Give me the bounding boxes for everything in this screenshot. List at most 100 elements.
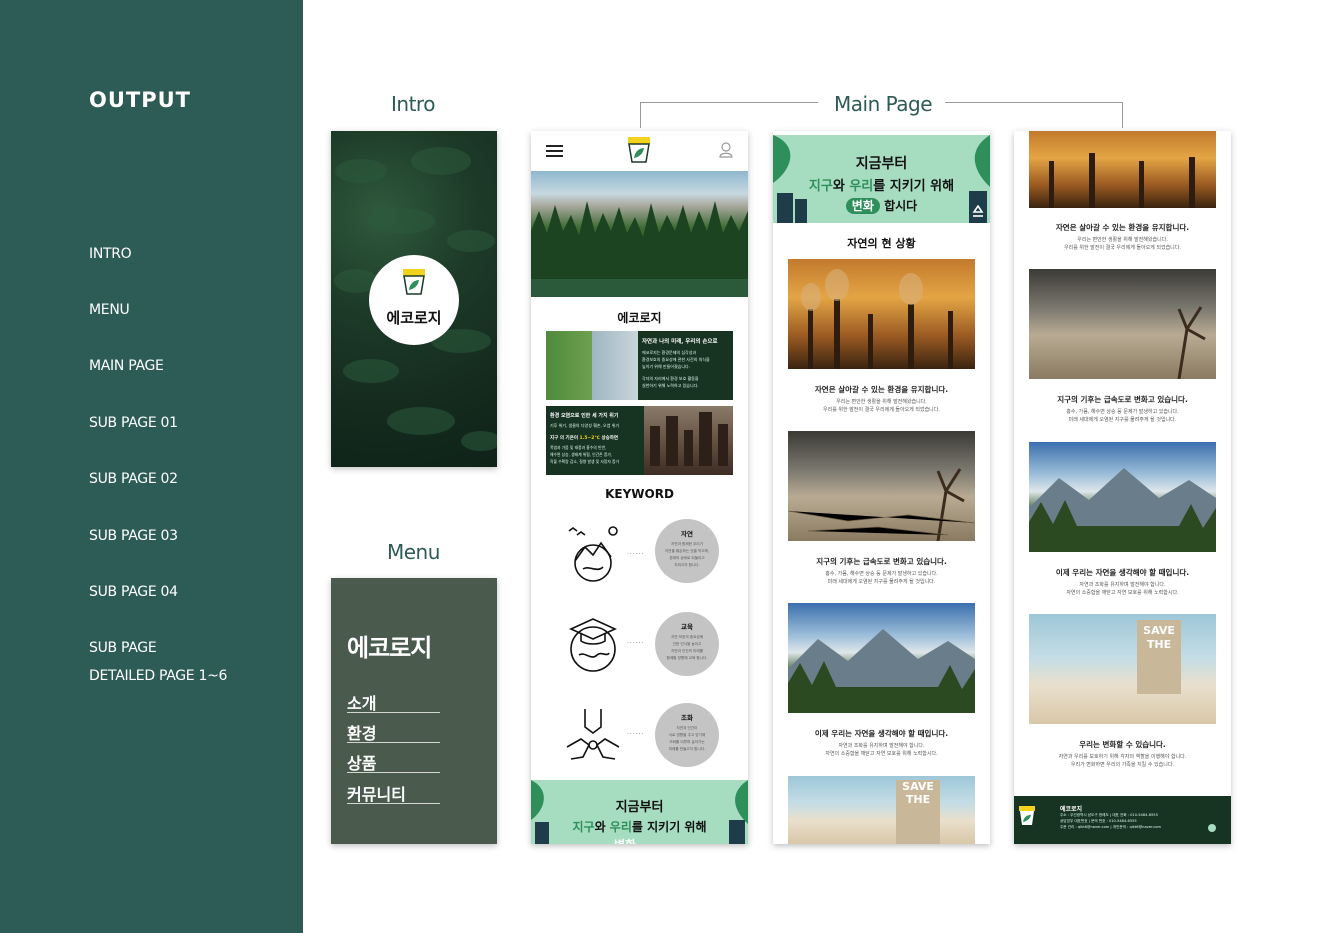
keyword-title-text: 자연 xyxy=(681,530,693,538)
connector-dots: ...... xyxy=(627,638,645,645)
keyword-circle-nature[interactable]: 자연 자연과 함께한 우리가 자연을 훼손하는 것을 막으며, 본래의 상태로 되돌… xyxy=(655,519,719,583)
sidebar: OUTPUT INTRO MENU MAIN PAGE SUB PAGE 01 … xyxy=(0,0,303,933)
caption-text: 우리는 편안한 생활을 위해 발전해왔습니다. 우리를 위한 발전이 결국 우리에… xyxy=(823,399,940,413)
harmony-hands-icon xyxy=(563,705,623,765)
footer-info: 주소 : 우선광역시 남도구 한레도 | 대표 전화 : 010-5484-65… xyxy=(1060,813,1161,829)
menu-label: Menu xyxy=(387,540,440,564)
menu-item-about[interactable]: 소개 xyxy=(347,690,376,714)
mountain-lake-image xyxy=(1029,442,1216,552)
section-title: 에코로지 xyxy=(617,311,662,325)
intro-card[interactable]: 자연과 나의 미래, 우리의 손으로 에코로지는 환경문제의 심각성과 환경보호의… xyxy=(546,331,733,400)
leaf-cup-icon xyxy=(402,269,426,295)
card-text: 기후 위기, 생물의 다양성 훼손, 오염 위기 xyxy=(550,423,620,428)
banner-line3: 변화 합시다 xyxy=(773,197,990,214)
connector-dots: ...... xyxy=(627,549,645,556)
intro-logo-circle[interactable]: 에코로지 xyxy=(369,255,459,345)
pollution-image xyxy=(1029,131,1216,208)
menu-item-environment[interactable]: 환경 xyxy=(347,720,376,744)
card-text: 폭염과 가뭄 및 태풍과 홍수의 빈번, 해수면 상승, 생태계 위협, 인간존 … xyxy=(550,445,620,464)
bracket-line xyxy=(945,102,1123,103)
user-icon[interactable] xyxy=(719,142,733,158)
save-sign: SAVE THE xyxy=(896,780,940,844)
keyword-title-text: 교육 xyxy=(681,623,693,631)
sidebar-title: OUTPUT xyxy=(89,88,191,112)
intro-label: Intro xyxy=(391,92,435,116)
keyword-text: 자연과 인간이 서로 영향을 주고 받기에 조화를 이루며 살아가는 미래를 만들고자… xyxy=(668,726,706,751)
top-banner[interactable]: 지금부터 지구와 우리를 지키기 위해 변화 합시다 xyxy=(773,135,990,223)
mountain-lake-image xyxy=(788,603,975,713)
card-text: 에코로지는 환경문제의 심각성과 환경보호의 중요성에 관한 사진의 의식을 높이기… xyxy=(642,350,710,388)
banner-line2: 지구와 우리를 지키기 위해 xyxy=(572,820,707,834)
card-title: 자연과 나의 미래, 우리의 손으로 xyxy=(642,339,718,345)
caption-text: 홍수, 가뭄, 해수면 상승 등 문제가 발생하고 있습니다. 미래 세대에게 오… xyxy=(1066,409,1179,423)
sidebar-item-sub-page-02[interactable]: SUB PAGE 02 xyxy=(89,465,178,493)
hamburger-menu-icon[interactable] xyxy=(546,144,563,158)
menu-item-products[interactable]: 상품 xyxy=(347,750,376,774)
main-page-label: Main Page xyxy=(834,92,933,116)
keyword-title: KEYWORD xyxy=(605,487,674,501)
ruined-city-image xyxy=(644,406,733,475)
hero-forest-image xyxy=(531,171,748,297)
logo-icon[interactable] xyxy=(627,137,651,163)
menu-divider xyxy=(347,712,440,713)
sidebar-item-intro[interactable]: INTRO xyxy=(89,240,132,268)
caption-text: 자연과 조화를 유지하며 발전해야 합니다. 자연의 소중함을 깨닫고 자연 보호… xyxy=(1066,582,1179,596)
intro-logo-text: 에코로지 xyxy=(386,309,442,327)
keyword-circle-education[interactable]: 교육 자연 보호의 중요성에 관한 인식을 높이고 자연과 인간의 미래를 함께할 방… xyxy=(655,612,719,676)
save-earth-image: SAVE THE xyxy=(788,776,975,844)
caption-title: 자연은 살아갈 수 있는 환경을 유지합니다. xyxy=(814,385,949,394)
bracket-line xyxy=(640,102,818,103)
sidebar-item-main-page[interactable]: MAIN PAGE xyxy=(89,352,164,380)
save-sign: SAVE THE xyxy=(1137,620,1181,694)
caption-title: 지구의 기후는 급속도로 변화고 있습니다. xyxy=(816,557,947,566)
bottom-banner[interactable]: 지금부터 지구와 우리를 지키기 위해 변화 xyxy=(531,780,748,844)
menu-brand: 에코로지 xyxy=(347,634,432,662)
main-screen: 에코로지 자연과 나의 미래, 우리의 손으로 에코로지는 환경문제의 심각성과… xyxy=(531,131,748,844)
crisis-card[interactable]: 환경 오염으로 인한 세 가지 위기 기후 위기, 생물의 다양성 훼손, 오염… xyxy=(546,406,733,475)
caption-title: 지구의 기후는 급속도로 변화고 있습니다. xyxy=(1057,395,1188,404)
caption-title: 이제 우리는 자연을 생각해야 할 때입니다. xyxy=(814,729,949,738)
sidebar-item-menu[interactable]: MENU xyxy=(89,296,130,324)
nature-compare-image xyxy=(546,331,638,400)
keyword-circle-harmony[interactable]: 조화 자연과 인간이 서로 영향을 주고 받기에 조화를 이루며 살아가는 미래를 만… xyxy=(655,703,719,767)
pollution-image xyxy=(788,259,975,369)
menu-divider xyxy=(347,803,440,804)
main-screen-end: 자연은 살아갈 수 있는 환경을 유지합니다. 우리는 편안한 생활을 위해 발… xyxy=(1014,131,1231,844)
caption-text: 자연과 우리를 보호하기 위해 각자의 역할을 이행해야 합니다. 우리가 변화하… xyxy=(1058,754,1187,768)
footer: 에코로지 주소 : 우선광역시 남도구 한레도 | 대표 전화 : 010-54… xyxy=(1014,796,1231,844)
menu-divider xyxy=(347,742,440,743)
drought-image xyxy=(788,431,975,541)
keyword-title-text: 조화 xyxy=(681,714,693,722)
menu-screen: 에코로지 소개 환경 상품 커뮤니티 xyxy=(331,578,497,844)
card-title: 환경 오염으로 인한 세 가지 위기 xyxy=(550,413,619,419)
education-icon xyxy=(563,615,623,675)
bracket-line xyxy=(640,102,641,128)
keyword-text: 자연과 함께한 우리가 자연을 훼손하는 것을 막으며, 본래의 상태로 되돌리고 지… xyxy=(664,542,710,567)
banner-line1: 지금부터 xyxy=(855,156,908,172)
sidebar-item-sub-page-01[interactable]: SUB PAGE 01 xyxy=(89,409,178,437)
caption-text: 홍수, 가뭄, 해수면 상승 등 문제가 발생하고 있습니다. 미래 세대에게 오… xyxy=(825,571,938,585)
banner-line1: 지금부터 xyxy=(615,800,664,815)
caption-text: 자연과 조화를 유지하며 발전해야 합니다. 자연의 소중함을 깨닫고 자연 보호… xyxy=(825,743,938,757)
drought-image xyxy=(1029,269,1216,379)
sidebar-item-sub-page-04[interactable]: SUB PAGE 04 xyxy=(89,578,178,606)
keyword-text: 자연 보호의 중요성에 관한 인식을 높이고 자연과 인간의 미래를 함께할 방향에 … xyxy=(666,635,708,660)
caption-title: 이제 우리는 자연을 생각해야 할 때입니다. xyxy=(1055,568,1190,577)
connector-dots: ...... xyxy=(627,729,645,736)
footer-logo-icon xyxy=(1018,806,1036,826)
menu-divider xyxy=(347,772,440,773)
sidebar-item-label: DETAILED PAGE 1~6 xyxy=(89,668,228,684)
section-title: 자연의 현 상황 xyxy=(847,237,916,250)
sidebar-item-sub-page-detailed[interactable]: SUB PAGE DETAILED PAGE 1~6 xyxy=(89,634,227,690)
banner-line2: 지구와 우리를 지키기 위해 xyxy=(808,179,955,194)
card-temperature: 지구 의 기온이 1.5~2℃ 상승하면 xyxy=(550,436,619,441)
nature-icon xyxy=(563,523,623,583)
intro-screen: 에코로지 xyxy=(331,131,497,467)
caption-title: 우리는 변화할 수 있습니다. xyxy=(1079,740,1166,749)
main-screen-continued: 지금부터 지구와 우리를 지키기 위해 변화 합시다 자연의 현 상황 자연은 … xyxy=(773,131,990,844)
sidebar-item-sub-page-03[interactable]: SUB PAGE 03 xyxy=(89,522,178,550)
menu-item-community[interactable]: 커뮤니티 xyxy=(347,781,406,805)
save-earth-image: SAVE THE xyxy=(1029,614,1216,724)
sidebar-item-label: SUB PAGE xyxy=(89,640,157,656)
scroll-top-button[interactable] xyxy=(1208,824,1216,832)
